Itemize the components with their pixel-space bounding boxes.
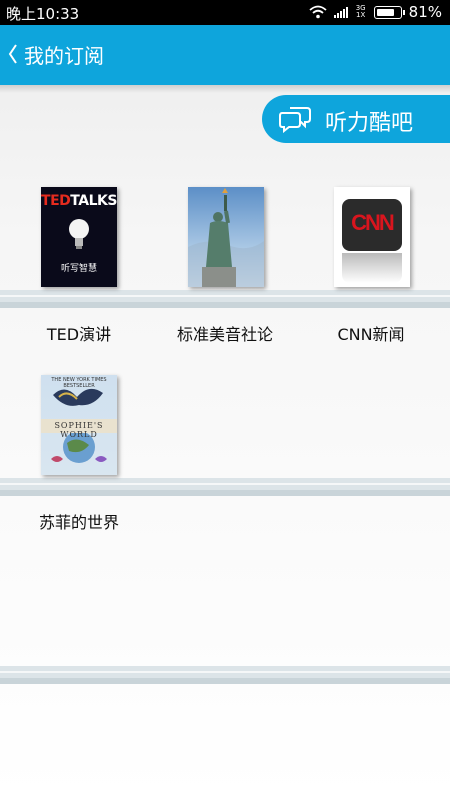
header-shadow <box>0 85 450 93</box>
battery-icon <box>373 5 405 19</box>
book-cover-american-editorial[interactable] <box>188 187 264 287</box>
wifi-icon <box>309 5 327 19</box>
ted-logo: TEDTALKS <box>41 193 117 209</box>
shelf <box>0 666 450 684</box>
battery-percent: 81% <box>408 3 442 21</box>
book-title-american-editorial[interactable]: 标准美音社论 <box>150 321 300 345</box>
book-title-ted[interactable]: TED演讲 <box>4 321 154 345</box>
chat-bubbles-icon <box>279 107 311 133</box>
book-title-cnn[interactable]: CNN新闻 <box>296 321 446 345</box>
cnn-logo-reflection <box>342 253 402 283</box>
sophie-cover-top-line: THE NEW YORK TIMES BESTSELLER <box>51 377 107 389</box>
page-title[interactable]: 我的订阅 <box>24 40 104 69</box>
book-cover-cnn[interactable]: CNN <box>334 187 410 287</box>
shelf <box>0 478 450 496</box>
status-time: 晚上10:33 <box>6 5 80 23</box>
network-type: 3G 1X <box>355 5 367 19</box>
listen-cool-button[interactable]: 听力酷吧 <box>262 95 450 143</box>
signal-icon <box>333 6 348 18</box>
cnn-logo: CNN <box>342 199 402 251</box>
network-type-bottom: 1X <box>356 11 366 19</box>
chevron-left-icon[interactable] <box>8 43 18 65</box>
book-title-sophies-world[interactable]: 苏菲的世界 <box>4 509 154 533</box>
ted-cover-subtitle: 听写智慧 <box>60 264 97 274</box>
book-cover-ted[interactable]: TEDTALKS 听写智慧 <box>41 187 117 287</box>
status-icons: 3G 1X 81% <box>309 3 442 21</box>
shelf <box>0 290 450 308</box>
book-cover-sophies-world[interactable]: THE NEW YORK TIMES BESTSELLER SOPHIE'S W… <box>41 375 117 475</box>
app-header: 我的订阅 <box>0 25 450 85</box>
status-bar: 晚上10:33 3G 1X 81% <box>0 0 450 25</box>
statue-of-liberty-icon <box>188 188 264 287</box>
lightbulb-icon <box>69 219 89 249</box>
listen-button-label: 听力酷吧 <box>325 111 414 136</box>
sophie-cover-banner: SOPHIE'S WORLD <box>41 419 117 439</box>
